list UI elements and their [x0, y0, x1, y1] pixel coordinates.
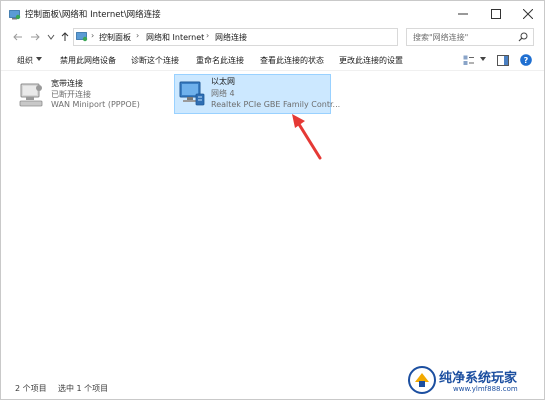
disable-device-button[interactable]: 禁用此网络设备	[60, 55, 116, 66]
up-button[interactable]	[58, 30, 72, 44]
ethernet-connection-icon	[179, 81, 205, 106]
minimize-button[interactable]	[447, 1, 479, 27]
svg-text:?: ?	[524, 56, 529, 65]
close-button[interactable]	[512, 1, 544, 27]
site-watermark: 纯净系统玩家 www.ylmf888.com	[403, 363, 543, 399]
connection-name: 以太网	[211, 77, 235, 86]
search-input[interactable]: 搜索"网络连接"	[413, 32, 468, 43]
connection-name: 宽带连接	[51, 79, 83, 88]
connection-device: WAN Miniport (PPPOE)	[51, 100, 140, 109]
list-item-ethernet[interactable]: 以太网 网络 4 Realtek PCIe GBE Family Contr..…	[174, 74, 340, 114]
minimize-icon	[458, 13, 468, 15]
broadband-connection-icon	[19, 83, 43, 107]
arrow-right-icon	[31, 33, 40, 41]
rename-button[interactable]: 重命名此连接	[196, 55, 244, 66]
breadcrumb-separator: ›	[206, 31, 210, 40]
annotation-arrow-icon	[292, 114, 322, 160]
arrow-up-icon	[61, 32, 69, 41]
search-box[interactable]: 搜索"网络连接"	[406, 28, 534, 46]
search-icon	[518, 32, 528, 42]
window-title: 控制面板\网络和 Internet\网络连接	[25, 10, 161, 20]
connections-list: 宽带连接 已断开连接 WAN Miniport (PPPOE) 以太网 网络 4…	[1, 72, 544, 377]
change-settings-button[interactable]: 更改此连接的设置	[339, 55, 403, 66]
caret-down-icon	[36, 57, 42, 61]
view-status-button[interactable]: 查看此连接的状态	[260, 55, 324, 66]
selected-count: 选中 1 个项目	[58, 384, 109, 393]
watermark-url: www.ylmf888.com	[453, 385, 518, 393]
arrow-left-icon	[13, 33, 22, 41]
connection-device: Realtek PCIe GBE Family Contr...	[211, 100, 341, 109]
breadcrumb-network-connections[interactable]: 网络连接	[215, 32, 247, 43]
address-row: › 控制面板 › 网络和 Internet › 网络连接 搜索"网络连接"	[1, 27, 544, 47]
close-icon	[523, 9, 533, 19]
title-bar: 控制面板\网络和 Internet\网络连接	[1, 1, 544, 29]
breadcrumb-control-panel[interactable]: 控制面板	[99, 32, 131, 43]
help-icon[interactable]: ?	[520, 54, 532, 66]
connection-status: 网络 4	[211, 89, 235, 98]
watermark-text: 纯净系统玩家	[439, 371, 518, 386]
watermark-logo-icon	[408, 366, 436, 394]
diagnose-button[interactable]: 诊断这个连接	[131, 55, 179, 66]
command-bar: 组织 禁用此网络设备 诊断这个连接 重命名此连接 查看此连接的状态 更改此连接的…	[1, 51, 544, 71]
breadcrumb-separator: ›	[136, 31, 140, 40]
forward-button[interactable]	[28, 30, 42, 44]
list-item-broadband[interactable]: 宽带连接 已断开连接 WAN Miniport (PPPOE)	[13, 76, 163, 114]
organize-menu[interactable]: 组织	[17, 55, 33, 66]
chevron-down-icon	[47, 34, 55, 40]
control-panel-icon	[76, 32, 88, 42]
recent-locations-button[interactable]	[44, 30, 58, 44]
item-count: 2 个项目	[15, 384, 47, 393]
maximize-button[interactable]	[480, 1, 512, 27]
preview-pane-icon[interactable]	[497, 55, 509, 66]
back-button[interactable]	[11, 30, 25, 44]
control-panel-icon	[9, 10, 21, 20]
breadcrumb-network-internet[interactable]: 网络和 Internet	[146, 32, 204, 43]
caret-down-icon[interactable]	[480, 57, 486, 62]
change-view-icon[interactable]	[463, 55, 475, 66]
network-connections-window: 控制面板\网络和 Internet\网络连接 › 控制面板 › 网络和 Inte…	[0, 0, 545, 400]
connection-status: 已断开连接	[51, 90, 91, 99]
address-bar[interactable]: › 控制面板 › 网络和 Internet › 网络连接	[73, 28, 466, 46]
maximize-icon	[491, 9, 501, 19]
breadcrumb-separator: ›	[91, 31, 95, 40]
